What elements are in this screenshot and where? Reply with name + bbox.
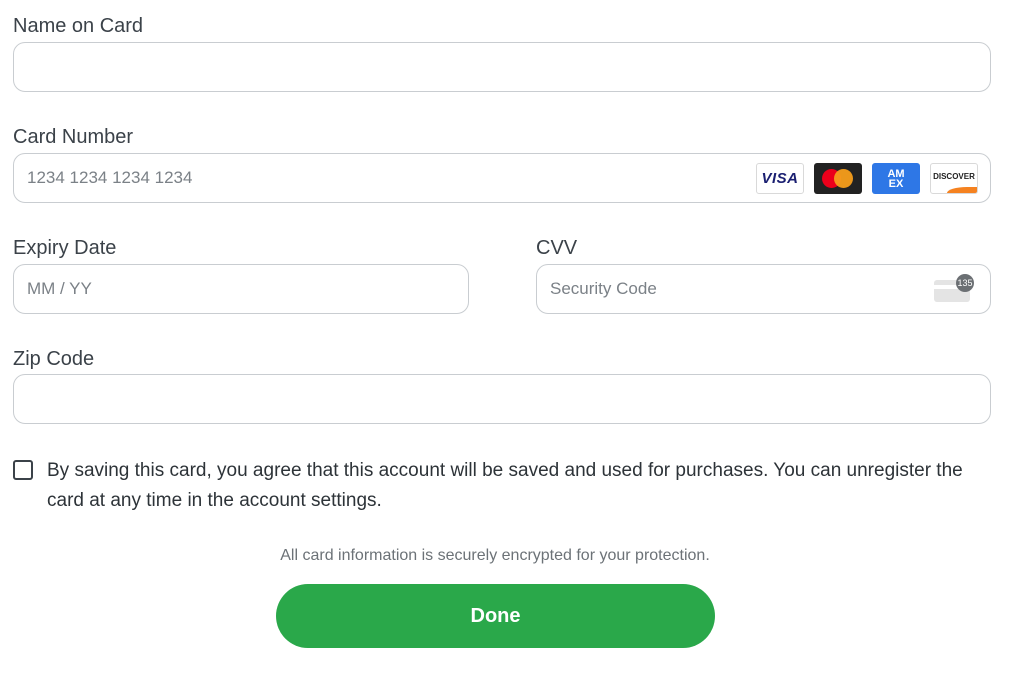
done-button[interactable]: Done: [276, 584, 715, 648]
save-card-consent-text: By saving this card, you agree that this…: [47, 460, 963, 511]
cvv-label: CVV: [536, 237, 578, 259]
discover-logo-icon: DISCOVER: [930, 163, 978, 194]
card-number-field[interactable]: VISA AM EX DISCOVER: [13, 153, 991, 203]
zip-code-label: Zip Code: [13, 348, 95, 370]
name-on-card-field[interactable]: [13, 42, 991, 92]
name-on-card-input[interactable]: [14, 43, 990, 91]
cvv-input[interactable]: [537, 265, 990, 313]
save-card-checkbox[interactable]: [13, 460, 33, 480]
zip-code-input[interactable]: [14, 375, 990, 423]
discover-logo-text: DISCOVER: [933, 172, 975, 181]
amex-logo-text-bottom: EX: [888, 178, 904, 190]
card-number-label: Card Number: [13, 126, 134, 148]
visa-logo-text: VISA: [761, 170, 799, 187]
cvv-field[interactable]: 135: [536, 264, 991, 314]
name-on-card-label: Name on Card: [13, 15, 144, 37]
expiry-date-input[interactable]: [14, 265, 468, 313]
cvv-card-icon: 135: [934, 274, 974, 302]
expiry-date-label: Expiry Date: [13, 237, 117, 259]
cvv-badge: 135: [956, 274, 974, 292]
amex-logo-icon: AM EX: [872, 163, 920, 194]
zip-code-field[interactable]: [13, 374, 991, 424]
expiry-date-field[interactable]: [13, 264, 469, 314]
mastercard-logo-icon: [814, 163, 862, 194]
security-note: All card information is securely encrypt…: [280, 547, 710, 564]
card-brand-logos: VISA AM EX DISCOVER: [756, 163, 978, 194]
visa-logo-icon: VISA: [756, 163, 804, 194]
